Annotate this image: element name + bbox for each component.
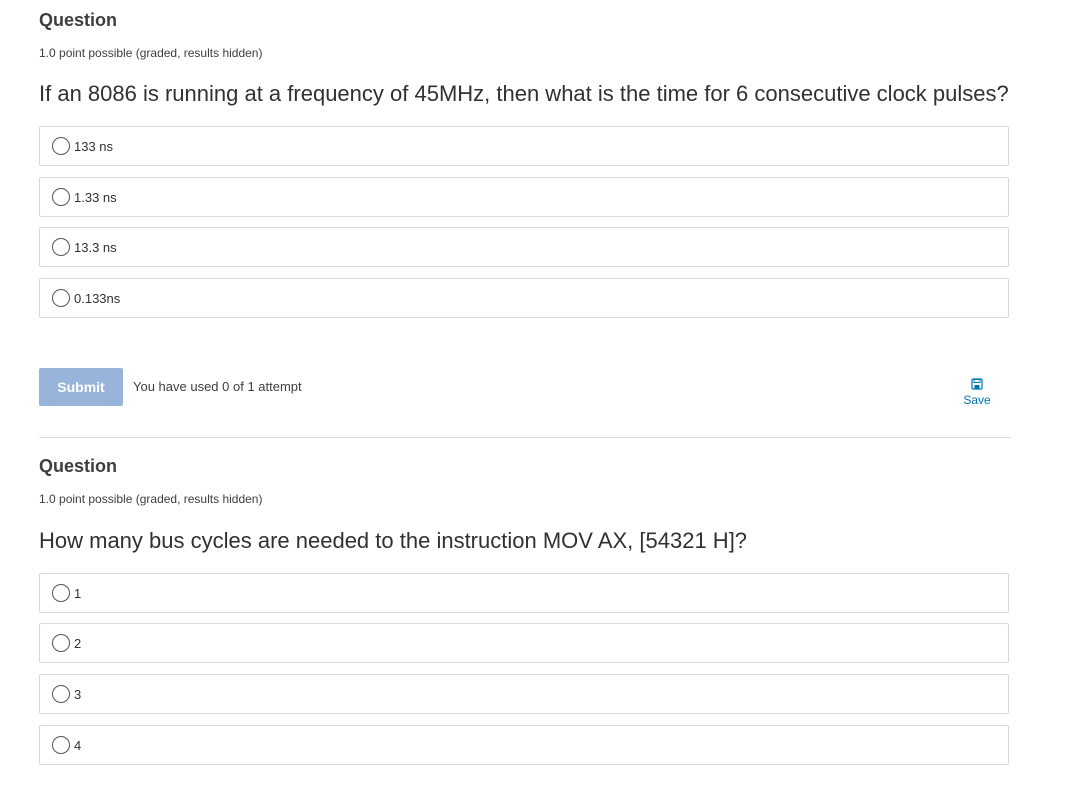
submit-button[interactable]: Submit bbox=[39, 368, 123, 406]
question-meta: 1.0 point possible (graded, results hidd… bbox=[39, 46, 263, 60]
choices-2: 1 2 3 4 bbox=[39, 573, 1011, 773]
choice-option[interactable]: 0.133ns bbox=[39, 278, 1009, 318]
radio-button[interactable] bbox=[52, 685, 70, 703]
question-title: Question bbox=[39, 10, 118, 30]
attempts-text: You have used 0 of 1 attempt bbox=[133, 379, 302, 394]
choice-option[interactable]: 133 ns bbox=[39, 126, 1009, 166]
choice-label: 4 bbox=[74, 737, 82, 753]
question-meta: 1.0 point possible (graded, results hidd… bbox=[39, 492, 263, 506]
choice-label: 133 ns bbox=[74, 138, 114, 154]
action-bar: Submit You have used 0 of 1 attempt Save bbox=[39, 368, 1011, 412]
divider bbox=[39, 437, 1011, 438]
choice-label: 3 bbox=[74, 686, 82, 702]
choice-option[interactable]: 1 bbox=[39, 573, 1009, 613]
choice-label: 1 bbox=[74, 585, 82, 601]
radio-button[interactable] bbox=[52, 584, 70, 602]
choice-label: 2 bbox=[74, 635, 82, 651]
radio-button[interactable] bbox=[52, 736, 70, 754]
question-title: Question bbox=[39, 456, 118, 476]
choice-label: 13.3 ns bbox=[74, 239, 117, 255]
question-1-text-wrap: If an 8086 is running at a frequency of … bbox=[39, 81, 1011, 107]
choice-option[interactable]: 3 bbox=[39, 674, 1009, 714]
question-2-text-wrap: How many bus cycles are needed to the in… bbox=[39, 528, 1011, 554]
question-text: How many bus cycles are needed to the in… bbox=[39, 528, 748, 553]
choice-option[interactable]: 4 bbox=[39, 725, 1009, 765]
save-icon bbox=[971, 378, 983, 390]
question-2: Question bbox=[39, 456, 1011, 477]
choice-option[interactable]: 13.3 ns bbox=[39, 227, 1009, 267]
radio-button[interactable] bbox=[52, 634, 70, 652]
radio-button[interactable] bbox=[52, 137, 70, 155]
save-label: Save bbox=[963, 393, 991, 407]
radio-button[interactable] bbox=[52, 238, 70, 256]
question-1-meta-wrap: 1.0 point possible (graded, results hidd… bbox=[39, 44, 1011, 62]
question-text: If an 8086 is running at a frequency of … bbox=[39, 81, 1009, 106]
choice-label: 0.133ns bbox=[74, 290, 121, 306]
choice-option[interactable]: 2 bbox=[39, 623, 1009, 663]
radio-button[interactable] bbox=[52, 188, 70, 206]
radio-button[interactable] bbox=[52, 289, 70, 307]
choice-label: 1.33 ns bbox=[74, 189, 117, 205]
choices-1: 133 ns 1.33 ns 13.3 ns 0.133ns bbox=[39, 126, 1011, 326]
question-2-meta-wrap: 1.0 point possible (graded, results hidd… bbox=[39, 490, 1011, 508]
choice-option[interactable]: 1.33 ns bbox=[39, 177, 1009, 217]
question-1: Question bbox=[39, 10, 1011, 31]
save-button[interactable]: Save bbox=[957, 378, 997, 407]
